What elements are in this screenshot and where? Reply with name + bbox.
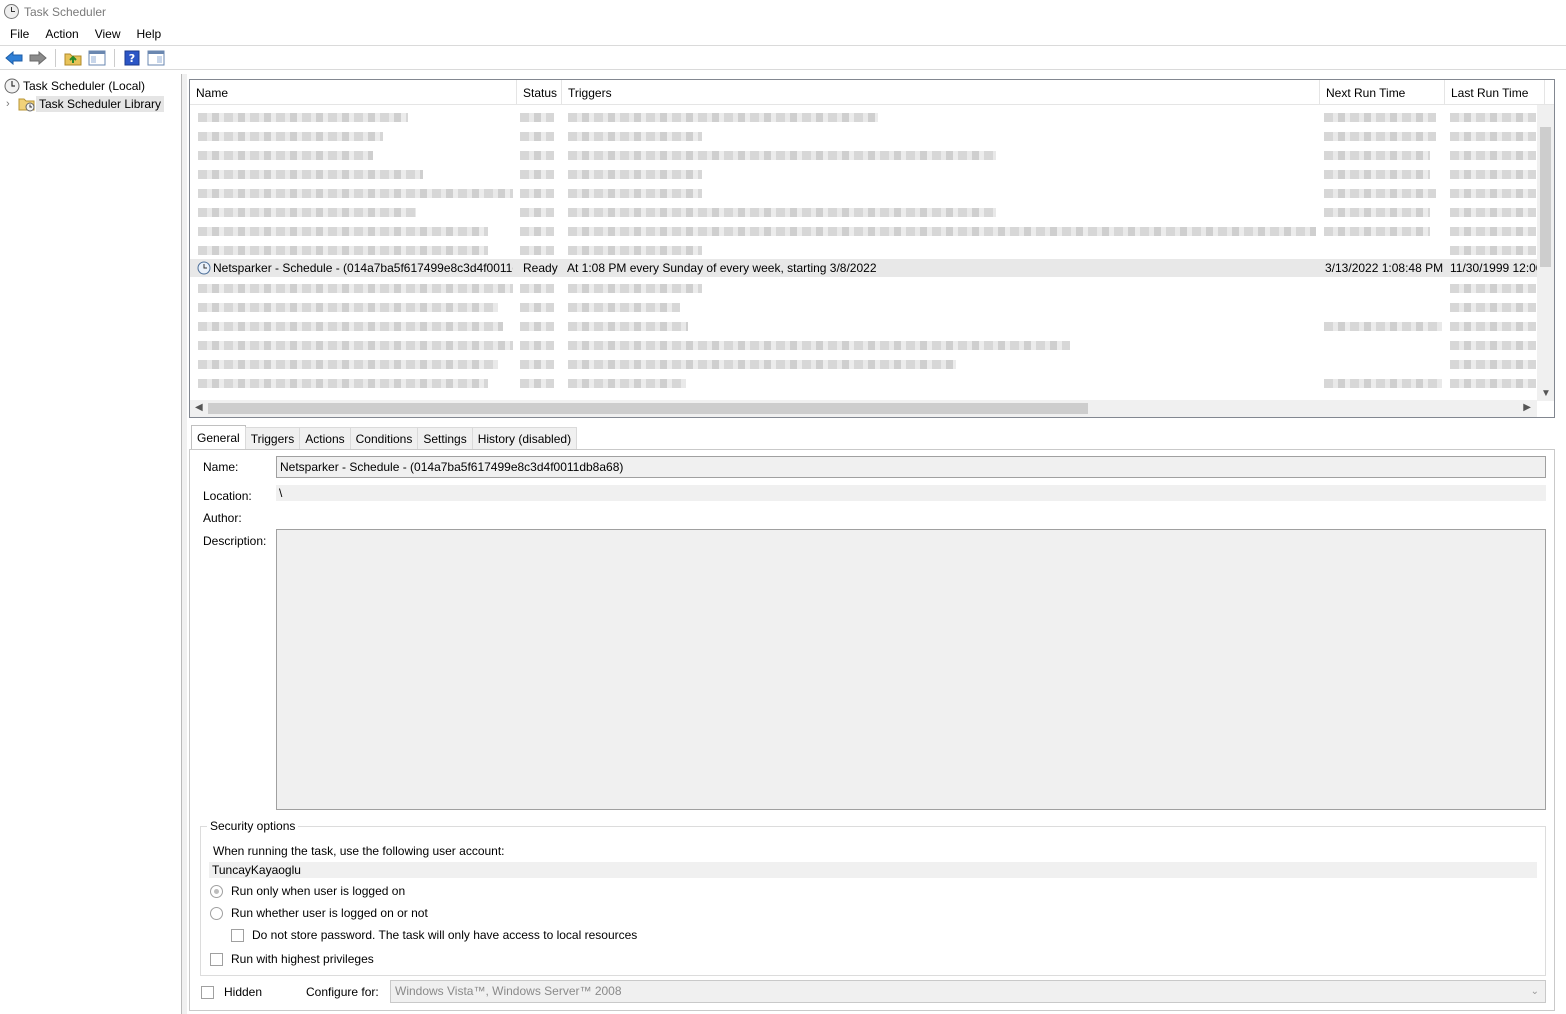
description-label: Description:: [203, 534, 267, 548]
task-list-horizontal-scrollbar[interactable]: ◀ ▶: [190, 400, 1537, 417]
column-next-run-time[interactable]: Next Run Time: [1320, 80, 1445, 105]
column-last-run-time[interactable]: Last Run Time: [1445, 80, 1545, 105]
show-hide-action-pane-icon[interactable]: [146, 48, 166, 68]
column-triggers[interactable]: Triggers: [562, 80, 1320, 105]
name-label: Name:: [203, 460, 239, 474]
table-row[interactable]: [190, 203, 1538, 221]
chevron-right-icon[interactable]: ›: [6, 98, 18, 110]
detail-tabs: General Triggers Actions Conditions Sett…: [191, 425, 578, 449]
security-options-legend: Security options: [207, 819, 299, 833]
folder-up-icon[interactable]: [63, 48, 83, 68]
column-name[interactable]: Name: [190, 80, 517, 105]
tab-conditions[interactable]: Conditions: [349, 427, 419, 449]
hidden-label: Hidden: [224, 985, 263, 999]
highest-privileges-label: Run with highest privileges: [231, 952, 374, 966]
tab-history[interactable]: History (disabled): [471, 427, 578, 449]
task-list-vertical-scrollbar[interactable]: ▼: [1537, 105, 1554, 401]
table-row[interactable]: [190, 127, 1538, 145]
table-row[interactable]: [190, 108, 1538, 126]
run-whether-radio[interactable]: [210, 907, 223, 920]
back-arrow-icon[interactable]: [4, 48, 24, 68]
chevron-left-icon[interactable]: ◀: [195, 402, 203, 413]
title-bar: Task Scheduler: [0, 0, 1566, 23]
task-trigger: At 1:08 PM every Sunday of every week, s…: [567, 261, 877, 275]
tree-item-library[interactable]: › Task Scheduler Library: [6, 95, 165, 113]
table-row[interactable]: [190, 184, 1538, 202]
task-list-header: Name Status Triggers Next Run Time Last …: [190, 80, 1554, 105]
clock-icon: [4, 4, 19, 19]
no-store-password-label: Do not store password. The task will onl…: [252, 928, 638, 942]
table-row[interactable]: [190, 146, 1538, 164]
chevron-right-icon[interactable]: ▶: [1523, 402, 1531, 413]
tree-label-local: Task Scheduler (Local): [23, 79, 146, 93]
pane-splitter[interactable]: [182, 74, 187, 1014]
window-title: Task Scheduler: [24, 4, 107, 19]
column-status[interactable]: Status: [517, 80, 562, 105]
task-last-run: 11/30/1999 12:00: [1450, 261, 1538, 275]
description-field[interactable]: [276, 529, 1546, 810]
tab-settings[interactable]: Settings: [417, 427, 473, 449]
no-store-password-checkbox[interactable]: [231, 929, 244, 942]
tree-item-local[interactable]: Task Scheduler (Local): [4, 77, 148, 95]
scroll-thumb[interactable]: [208, 403, 1088, 414]
help-icon[interactable]: ?: [122, 48, 142, 68]
clock-icon: [197, 261, 211, 275]
chevron-down-icon[interactable]: ▼: [1541, 388, 1551, 399]
tab-triggers[interactable]: Triggers: [244, 427, 301, 449]
security-options-group: Security options When running the task, …: [200, 819, 1546, 976]
name-field[interactable]: Netsparker - Schedule - (014a7ba5f617499…: [276, 456, 1546, 478]
table-row[interactable]: [190, 317, 1538, 335]
svg-text:?: ?: [129, 52, 135, 65]
location-label: Location:: [203, 489, 252, 503]
table-row[interactable]: [190, 241, 1538, 259]
configure-for-label: Configure for:: [306, 985, 379, 999]
console-tree: Task Scheduler (Local) › Task Scheduler …: [0, 74, 182, 1014]
account-prompt: When running the task, use the following…: [213, 844, 505, 858]
configure-for-value: Windows Vista™, Windows Server™ 2008: [395, 984, 622, 998]
table-row[interactable]: [190, 279, 1538, 297]
menu-help[interactable]: Help: [131, 24, 168, 44]
table-row[interactable]: [190, 336, 1538, 354]
scroll-thumb[interactable]: [1540, 127, 1551, 267]
toolbar-separator: [55, 48, 56, 67]
run-logged-on-radio[interactable]: [210, 885, 223, 898]
toolbar-separator: [114, 48, 115, 67]
menu-action[interactable]: Action: [39, 24, 84, 44]
show-hide-console-tree-icon[interactable]: [87, 48, 107, 68]
table-row[interactable]: [190, 355, 1538, 373]
user-account-field: TuncayKayaoglu: [209, 862, 1537, 878]
tab-general[interactable]: General: [191, 425, 246, 449]
menu-view[interactable]: View: [89, 24, 127, 44]
toolbar: ?: [0, 45, 1566, 70]
table-row[interactable]: [190, 298, 1538, 316]
chevron-down-icon[interactable]: ⌄: [1531, 981, 1539, 1002]
run-logged-on-label: Run only when user is logged on: [231, 884, 406, 898]
clock-icon: [4, 78, 20, 94]
folder-clock-icon: [18, 98, 35, 112]
task-status: Ready: [523, 261, 558, 275]
highest-privileges-checkbox[interactable]: [210, 953, 223, 966]
general-panel: Name: Netsparker - Schedule - (014a7ba5f…: [189, 449, 1555, 1011]
tab-actions[interactable]: Actions: [299, 427, 351, 449]
forward-arrow-icon[interactable]: [28, 48, 48, 68]
location-field: \: [276, 485, 1546, 501]
author-label: Author:: [203, 511, 242, 525]
task-next-run: 3/13/2022 1:08:48 PM: [1325, 261, 1443, 275]
run-whether-label: Run whether user is logged on or not: [231, 906, 428, 920]
menu-bar: File Action View Help: [0, 23, 1566, 45]
hidden-checkbox[interactable]: [201, 986, 214, 999]
table-row[interactable]: [190, 222, 1538, 240]
task-list: Name Status Triggers Next Run Time Last …: [189, 79, 1555, 418]
configure-for-select[interactable]: Windows Vista™, Windows Server™ 2008 ⌄: [390, 980, 1546, 1003]
table-row[interactable]: [190, 374, 1538, 392]
table-row-selected[interactable]: Netsparker - Schedule - (014a7ba5f617499…: [190, 259, 1538, 277]
task-name: Netsparker - Schedule - (014a7ba5f617499…: [213, 261, 513, 275]
tree-label-library: Task Scheduler Library: [36, 96, 165, 112]
table-row[interactable]: [190, 165, 1538, 183]
menu-file[interactable]: File: [4, 24, 35, 44]
